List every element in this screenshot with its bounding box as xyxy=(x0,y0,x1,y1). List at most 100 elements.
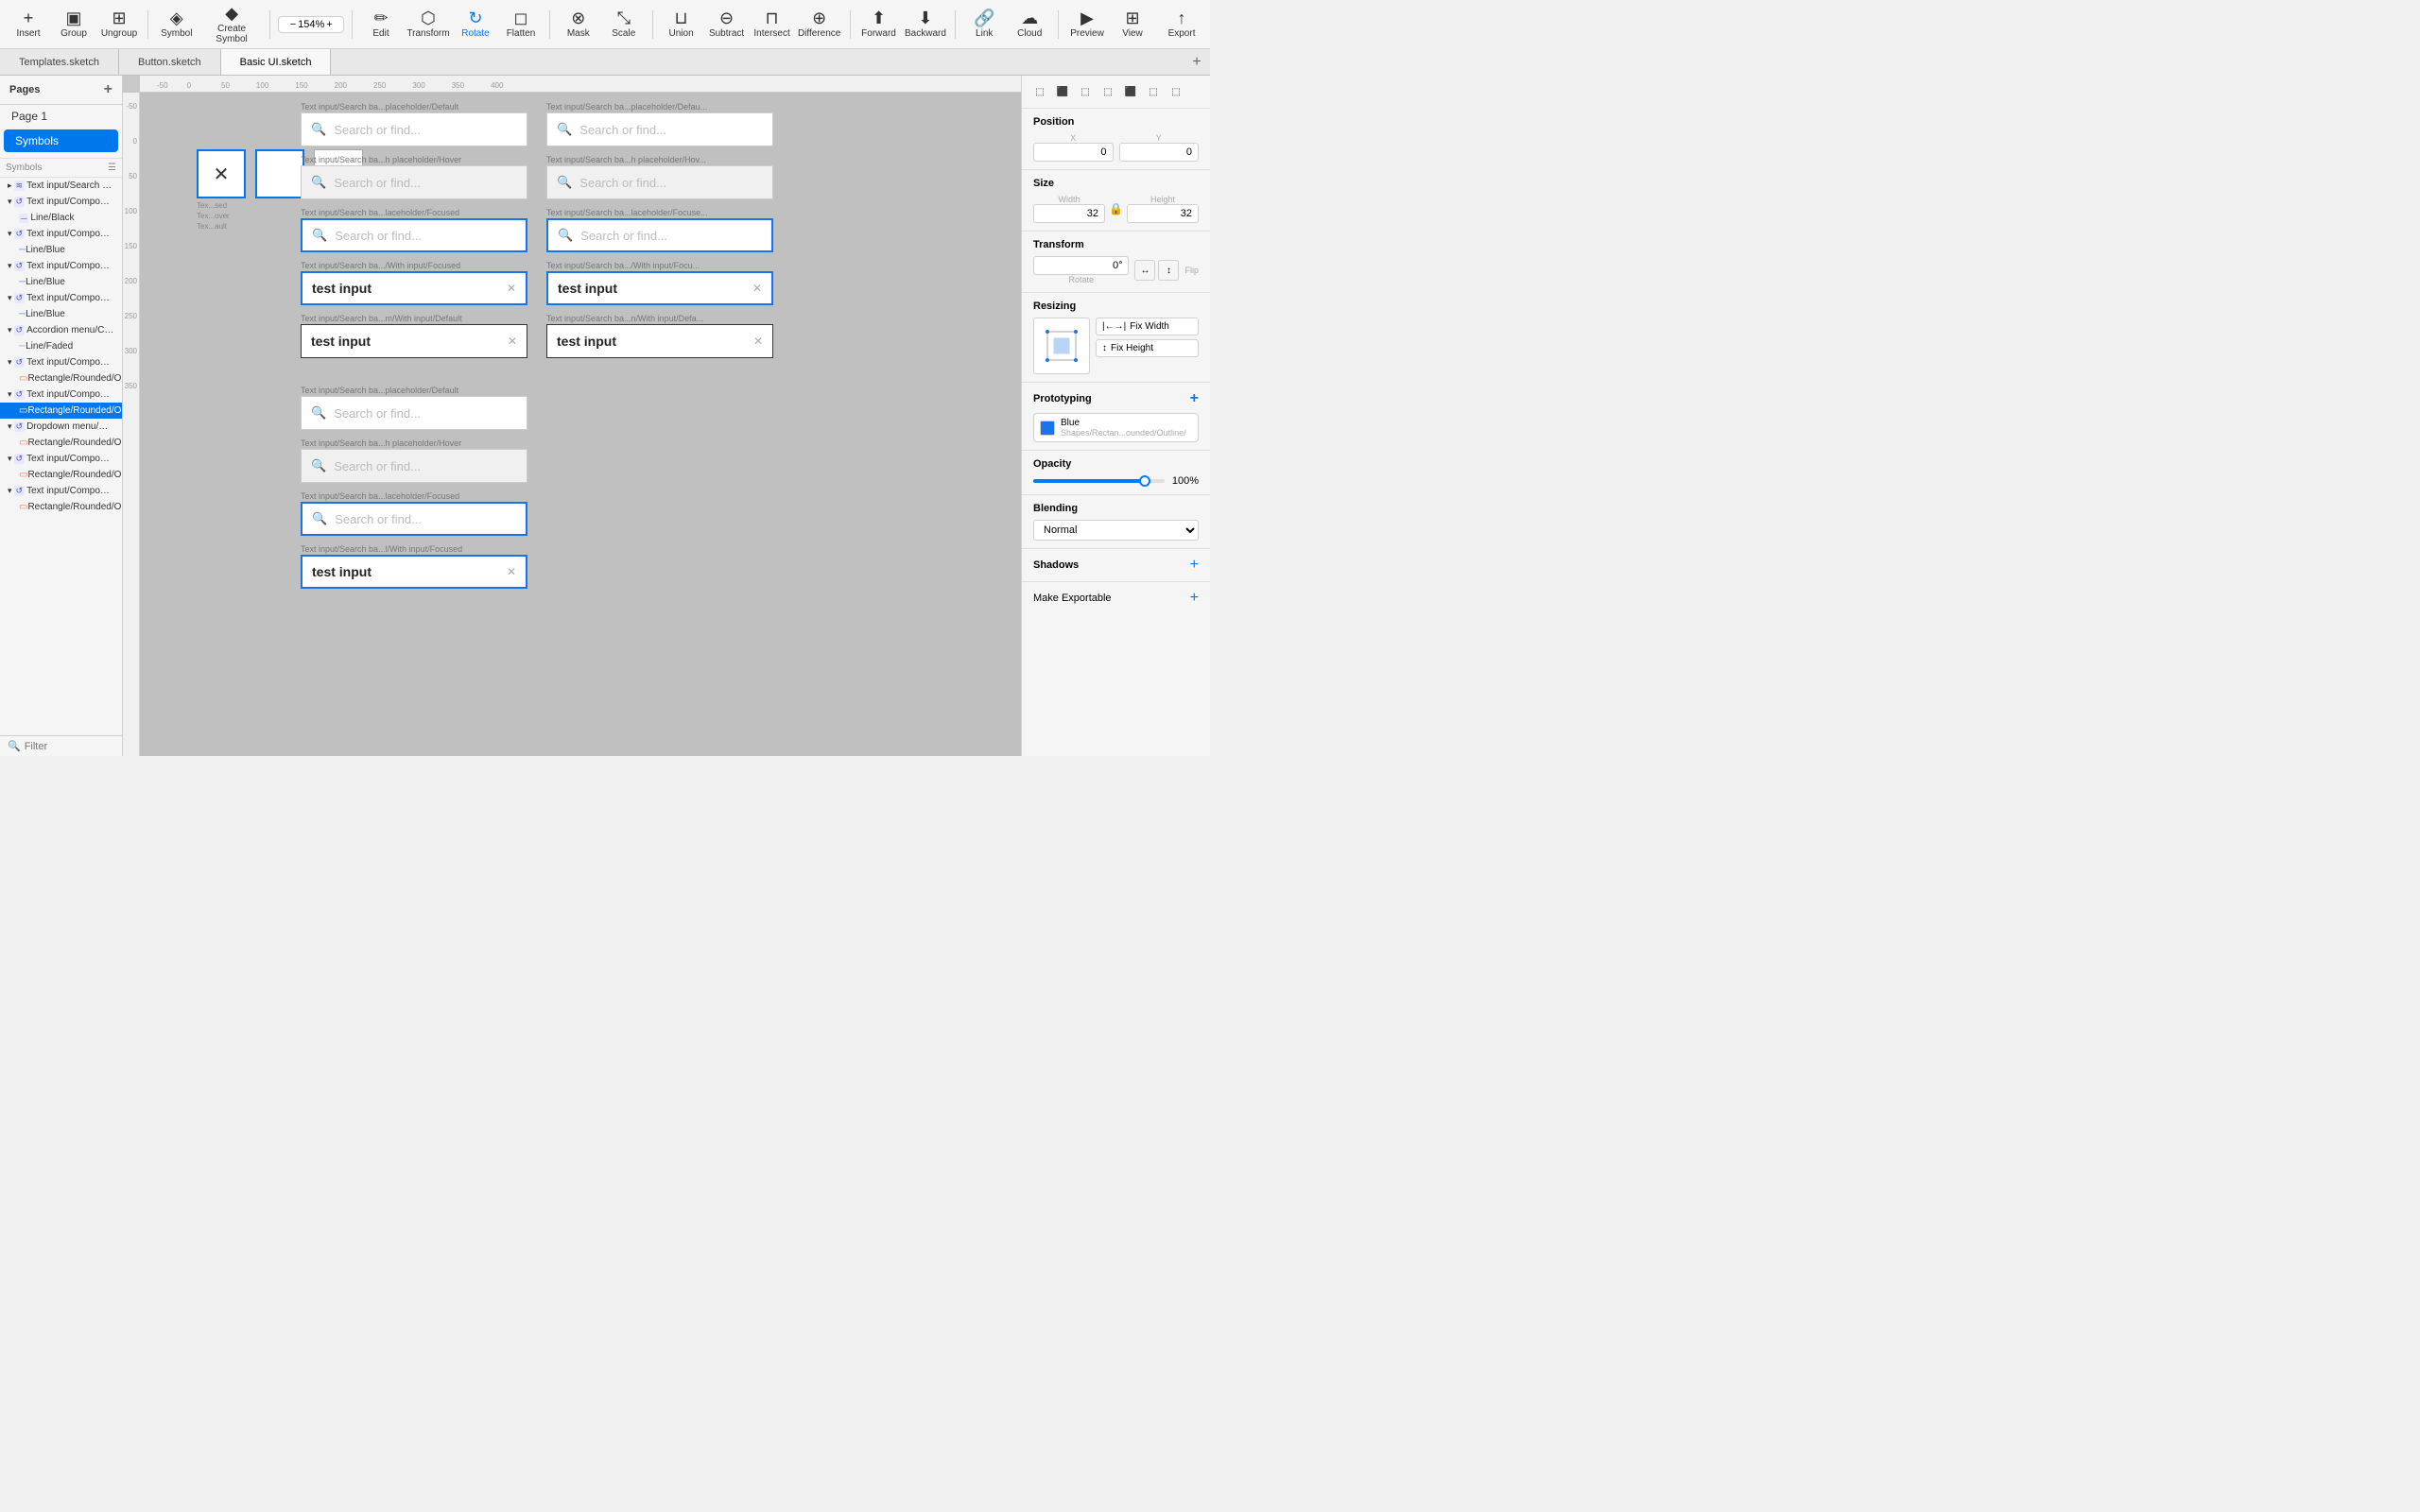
search-box-default-1[interactable]: 🔍 Search or find... xyxy=(301,112,527,146)
search-box-filled-focused-1[interactable]: test input ✕ xyxy=(301,271,527,305)
clear-icon-1[interactable]: ✕ xyxy=(507,282,516,295)
layer-item[interactable]: ─ Line/Blue xyxy=(0,274,122,290)
search-box-filled-focused-2[interactable]: test input ✕ xyxy=(301,555,527,589)
align-center-h-button[interactable]: ⬛ xyxy=(1052,81,1073,102)
flip-vertical-button[interactable]: ↕ xyxy=(1158,260,1179,281)
align-right-button[interactable]: ⬚ xyxy=(1075,81,1096,102)
ungroup-tool[interactable]: ⊞ Ungroup xyxy=(98,4,140,45)
edit-tool[interactable]: ✏ Edit xyxy=(360,4,402,45)
transform-tool[interactable]: ⬡ Transform xyxy=(406,4,451,45)
prototyping-add-button[interactable]: + xyxy=(1190,390,1199,407)
intersect-tool[interactable]: ⊓ Intersect xyxy=(752,4,793,45)
add-page-button[interactable]: + xyxy=(104,81,112,98)
search-box-focused-empty-1[interactable]: 🔍 Search or find... xyxy=(301,218,527,252)
layer-toggle[interactable]: ▾ xyxy=(8,197,12,207)
tab-basic-ui[interactable]: Basic UI.sketch xyxy=(221,49,332,75)
layer-item[interactable]: ▭ Rectangle/Rounded/Outline/F... xyxy=(0,499,122,515)
group-tool[interactable]: ▣ Group xyxy=(53,4,95,45)
layer-item[interactable]: ─ Line/Blue xyxy=(0,242,122,258)
scale-tool[interactable]: ⤡ Scale xyxy=(603,4,645,45)
layer-toggle[interactable]: ▸ xyxy=(8,180,12,191)
align-center-v-button[interactable]: ⬛ xyxy=(1120,81,1141,102)
layer-item[interactable]: ─ Line/Faded xyxy=(0,338,122,354)
clear-icon-r2[interactable]: ✕ xyxy=(753,335,763,348)
layer-toggle[interactable]: ▾ xyxy=(8,325,12,335)
layer-toggle[interactable]: ▾ xyxy=(8,486,12,496)
page-item-page1[interactable]: Page 1 xyxy=(0,105,122,128)
insert-tool[interactable]: + Insert xyxy=(8,4,49,45)
align-bottom-button[interactable]: ⬚ xyxy=(1143,81,1164,102)
search-box-default-2[interactable]: 🔍 Search or find... xyxy=(301,396,527,430)
blending-select[interactable]: Normal xyxy=(1033,520,1199,541)
y-input[interactable] xyxy=(1119,143,1200,162)
clear-icon-r1[interactable]: ✕ xyxy=(752,282,762,295)
layer-toggle[interactable]: ▾ xyxy=(8,261,12,271)
layer-item-selected[interactable]: ▭ Rectangle/Rounded/Outline/F... xyxy=(0,403,122,419)
union-tool[interactable]: ⊔ Union xyxy=(661,4,702,45)
layer-item[interactable]: ▾ ↺ Accordion menu/Component/Div... xyxy=(0,322,122,338)
height-input[interactable] xyxy=(1127,204,1199,223)
layer-toggle[interactable]: ▾ xyxy=(8,357,12,368)
zoom-control[interactable]: − 154% + xyxy=(278,16,344,33)
search-box-focused-empty-2[interactable]: 🔍 Search or find... xyxy=(301,502,527,536)
layer-item[interactable]: ─ Line/Blue xyxy=(0,306,122,322)
search-box-hover-r1[interactable]: 🔍 Search or find... xyxy=(546,165,773,199)
cloud-tool[interactable]: ☁ Cloud xyxy=(1009,4,1050,45)
lock-icon[interactable]: 🔒 xyxy=(1109,202,1123,215)
tab-add-button[interactable]: + xyxy=(1184,49,1210,75)
zoom-minus[interactable]: − xyxy=(290,19,296,30)
fix-width-button[interactable]: |←→| Fix Width xyxy=(1096,318,1199,335)
width-input[interactable] xyxy=(1033,204,1105,223)
preview-tool[interactable]: ▶ Preview xyxy=(1066,4,1108,45)
layer-item[interactable]: ▾ ↺ Text input/Component/Underline... xyxy=(0,258,122,274)
layer-toggle[interactable]: ▾ xyxy=(8,389,12,400)
layer-item[interactable]: ▾ ↺ Text input/Component/Blinking c... xyxy=(0,194,122,210)
layer-item[interactable]: ▾ ↺ Text input/Component/Container... xyxy=(0,387,122,403)
make-exportable-add-icon[interactable]: + xyxy=(1190,590,1199,607)
forward-tool[interactable]: ⬆ Forward xyxy=(858,4,900,45)
shadows-add-button[interactable]: + xyxy=(1190,557,1199,574)
rotate-tool[interactable]: ↻ Rotate xyxy=(455,4,496,45)
rotate-input[interactable] xyxy=(1033,256,1129,275)
search-box-focused-empty-r1[interactable]: 🔍 Search or find... xyxy=(546,218,773,252)
tab-button[interactable]: Button.sketch xyxy=(119,49,221,75)
distribute-h-button[interactable]: ⬚ xyxy=(1166,81,1186,102)
make-exportable-section[interactable]: Make Exportable + xyxy=(1022,582,1210,614)
layer-item[interactable]: ▾ ↺ Text input/Component/Container... xyxy=(0,451,122,467)
layer-toggle[interactable]: ▾ xyxy=(8,229,12,239)
mask-tool[interactable]: ⊗ Mask xyxy=(558,4,599,45)
align-top-button[interactable]: ⬚ xyxy=(1098,81,1118,102)
align-left-button[interactable]: ⬚ xyxy=(1029,81,1050,102)
layer-toggle[interactable]: ▾ xyxy=(8,293,12,303)
search-box-hover-2[interactable]: 🔍 Search or find... xyxy=(301,449,527,483)
x-button-artboard[interactable]: ✕ xyxy=(197,149,246,198)
link-tool[interactable]: 🔗 Link xyxy=(963,4,1005,45)
opacity-slider[interactable] xyxy=(1033,479,1165,483)
search-box-hover-1[interactable]: 🔍 Search or find... xyxy=(301,165,527,199)
search-box-default-r1[interactable]: 🔍 Search or find... xyxy=(546,112,773,146)
layer-item[interactable]: ▾ ↺ Text input/Component/Container... xyxy=(0,354,122,370)
layer-toggle[interactable]: ▾ xyxy=(8,454,12,464)
create-symbol-tool[interactable]: ◆ Create Symbol xyxy=(201,4,263,45)
fix-height-button[interactable]: ↕ Fix Height xyxy=(1096,339,1199,357)
flatten-tool[interactable]: ◻ Flatten xyxy=(500,4,542,45)
export-tool[interactable]: ↑ Export xyxy=(1161,4,1202,45)
tab-templates[interactable]: Templates.sketch xyxy=(0,49,119,75)
search-box-filled-focused-r1[interactable]: test input ✕ xyxy=(546,271,773,305)
subtract-tool[interactable]: ⊖ Subtract xyxy=(706,4,748,45)
prototype-item[interactable]: Blue Shapes/Rectan...ounded/Outline/ xyxy=(1033,413,1199,442)
search-box-filled-default-r1[interactable]: test input ✕ xyxy=(546,324,773,358)
layer-item[interactable]: ▾ ↺ Dropdown menu/Component/Co... xyxy=(0,419,122,435)
layer-item[interactable]: ▾ ↺ Text input/Component/Underline... xyxy=(0,290,122,306)
clear-icon-2[interactable]: ✕ xyxy=(508,335,517,348)
canvas-content[interactable]: ✕ Tex...sed Tex...over Tex...ault Text i… xyxy=(140,93,1021,756)
flip-horizontal-button[interactable]: ↔ xyxy=(1134,260,1155,281)
layer-item[interactable]: ─ Line/Black xyxy=(0,210,122,226)
search-box-filled-default-1[interactable]: test input ✕ xyxy=(301,324,527,358)
canvas-area[interactable]: -50 0 50 100 150 200 250 300 350 400 -50… xyxy=(123,76,1021,756)
empty-artboard-1[interactable] xyxy=(255,149,304,198)
clear-icon-3[interactable]: ✕ xyxy=(507,565,516,578)
layer-item[interactable]: ▭ Rectangle/Rounded/Outline/F... xyxy=(0,435,122,451)
layer-toggle[interactable]: ▾ xyxy=(8,421,12,432)
layer-item[interactable]: ▾ ↺ Text input/Component/Container... xyxy=(0,483,122,499)
